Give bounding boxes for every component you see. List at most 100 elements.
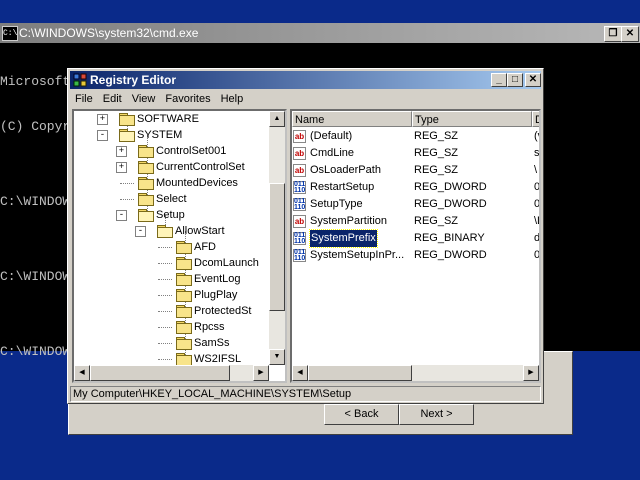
column-header-data[interactable]: D: [532, 111, 539, 127]
scroll-right-icon[interactable]: ▶: [253, 365, 269, 381]
value-data: \: [534, 164, 538, 176]
back-button[interactable]: < Back: [324, 404, 399, 425]
binary-value-icon: 011 110: [293, 181, 306, 194]
tree-node-label: Select: [156, 193, 187, 205]
folder-icon: [176, 273, 192, 286]
tree-node-label: SamSs: [194, 337, 230, 349]
scroll-down-icon[interactable]: ▼: [269, 349, 285, 365]
menu-favorites[interactable]: Favorites: [160, 90, 215, 108]
tree-line: [158, 247, 172, 248]
tree-vertical-scrollbar[interactable]: ▲ ▼: [269, 111, 285, 365]
folder-open-icon: [119, 129, 135, 142]
value-row[interactable]: 011 110 RestartSetup REG_DWORD 0:: [292, 179, 539, 196]
binary-value-icon: 011 110: [293, 232, 306, 245]
expand-icon[interactable]: +: [97, 114, 108, 125]
value-name: (Default): [310, 130, 353, 142]
maximize-icon[interactable]: □: [507, 73, 523, 87]
registry-editor-window: Registry Editor _ □ ✕ File Edit View Favori…: [67, 68, 544, 404]
value-data: 0:: [534, 198, 541, 210]
scroll-thumb[interactable]: [90, 365, 230, 381]
tree-line: [158, 359, 172, 360]
collapse-icon[interactable]: -: [135, 226, 146, 237]
next-button[interactable]: Next >: [399, 404, 474, 425]
value-data: 0:: [534, 249, 541, 261]
status-bar: My Computer\HKEY_LOCAL_MACHINE\SYSTEM\Se…: [70, 386, 541, 402]
scroll-left-icon[interactable]: ◀: [74, 365, 90, 381]
tree-node-label: Setup: [156, 209, 185, 221]
menu-help[interactable]: Help: [216, 90, 249, 108]
value-type: REG_SZ: [414, 215, 459, 227]
folder-icon: [176, 289, 192, 302]
value-type: REG_SZ: [414, 147, 459, 159]
tree-line: [158, 311, 172, 312]
value-type: REG_BINARY: [414, 232, 485, 244]
value-row[interactable]: ab (Default) REG_SZ (v: [292, 128, 539, 145]
menu-edit[interactable]: Edit: [98, 90, 127, 108]
value-row[interactable]: 011 110 SetupType REG_DWORD 0:: [292, 196, 541, 213]
tree-node-label: MountedDevices: [156, 177, 238, 189]
menu-file[interactable]: File: [70, 90, 98, 108]
collapse-icon[interactable]: -: [97, 130, 108, 141]
regedit-title-bar[interactable]: Registry Editor _ □ ✕: [70, 71, 541, 89]
tree-node-label: ProtectedSt: [194, 305, 252, 317]
values-list-pane[interactable]: Name Type D ab (Default) REG_SZ (v ab CmdLine…: [290, 109, 541, 383]
tree-node-label: ControlSet001: [156, 145, 227, 157]
value-row[interactable]: 011 110 SystemSetupInPr... REG_DWORD 0:: [292, 247, 541, 264]
tree-horizontal-scrollbar[interactable]: ◀ ▶: [74, 365, 269, 381]
tree-line: [158, 327, 172, 328]
value-data: se: [534, 147, 540, 159]
minimize-icon[interactable]: _: [491, 73, 507, 87]
menu-view[interactable]: View: [127, 90, 161, 108]
scroll-left-icon[interactable]: ◀: [292, 365, 308, 381]
value-type: REG_DWORD: [414, 198, 487, 210]
value-row[interactable]: ab SystemPartition REG_SZ \D: [292, 213, 539, 230]
tree-node-label: AFD: [194, 241, 216, 253]
value-row[interactable]: 011 110SystemPrefix REG_BINARY d:: [292, 229, 541, 248]
tree-node-label: CurrentControlSet: [156, 161, 245, 173]
folder-icon: [138, 145, 154, 158]
list-horizontal-scrollbar[interactable]: ◀ ▶: [292, 365, 539, 381]
string-value-icon: ab: [293, 147, 306, 160]
tree-node-label: Rpcss: [194, 321, 225, 333]
folder-icon: [138, 193, 154, 206]
key-tree-pane[interactable]: + SOFTWARE - SYSTEM + ControlSet001 + CurrentCo…: [72, 109, 287, 383]
tree-node-label: PlugPlay: [194, 289, 238, 301]
expand-icon[interactable]: +: [116, 162, 127, 173]
value-name: SetupType: [310, 198, 363, 210]
scroll-thumb[interactable]: [269, 183, 285, 311]
tree-node-label: DcomLaunch: [194, 257, 259, 269]
value-name: SystemPartition: [310, 215, 388, 227]
value-type: REG_DWORD: [414, 249, 487, 261]
value-row[interactable]: ab OsLoaderPath REG_SZ \: [292, 162, 539, 179]
scroll-thumb[interactable]: [308, 365, 412, 381]
regedit-app-icon: [73, 73, 87, 87]
value-row[interactable]: ab CmdLine REG_SZ se: [292, 145, 540, 162]
expand-icon[interactable]: +: [116, 146, 127, 157]
folder-open-icon: [157, 225, 173, 238]
tree-node-label: SOFTWARE: [137, 113, 199, 125]
close-icon[interactable]: ✕: [525, 73, 541, 87]
collapse-icon[interactable]: -: [116, 210, 127, 221]
column-header-type[interactable]: Type: [412, 111, 532, 127]
folder-icon: [176, 321, 192, 334]
close-icon[interactable]: ✕: [621, 26, 639, 42]
column-header-name[interactable]: Name: [292, 111, 412, 127]
scroll-right-icon[interactable]: ▶: [523, 365, 539, 381]
folder-icon: [176, 337, 192, 350]
value-data: (v: [534, 130, 539, 142]
value-data: \D: [534, 215, 539, 227]
folder-icon: [138, 161, 154, 174]
tree-node-label: AllowStart: [175, 225, 225, 237]
tree-line: [120, 199, 134, 200]
cmd-title-bar[interactable]: C:\ C:\WINDOWS\system32\cmd.exe ❐ ✕: [0, 23, 640, 43]
value-type: REG_SZ: [414, 164, 459, 176]
scroll-up-icon[interactable]: ▲: [269, 111, 285, 127]
folder-open-icon: [138, 209, 154, 222]
menu-bar: File Edit View Favorites Help: [70, 90, 541, 108]
restore-icon[interactable]: ❐: [604, 26, 622, 42]
folder-icon: [176, 257, 192, 270]
value-data: d:: [534, 232, 541, 244]
string-value-icon: ab: [293, 215, 306, 228]
tree-node-label: SYSTEM: [137, 129, 183, 141]
folder-icon: [176, 353, 192, 366]
